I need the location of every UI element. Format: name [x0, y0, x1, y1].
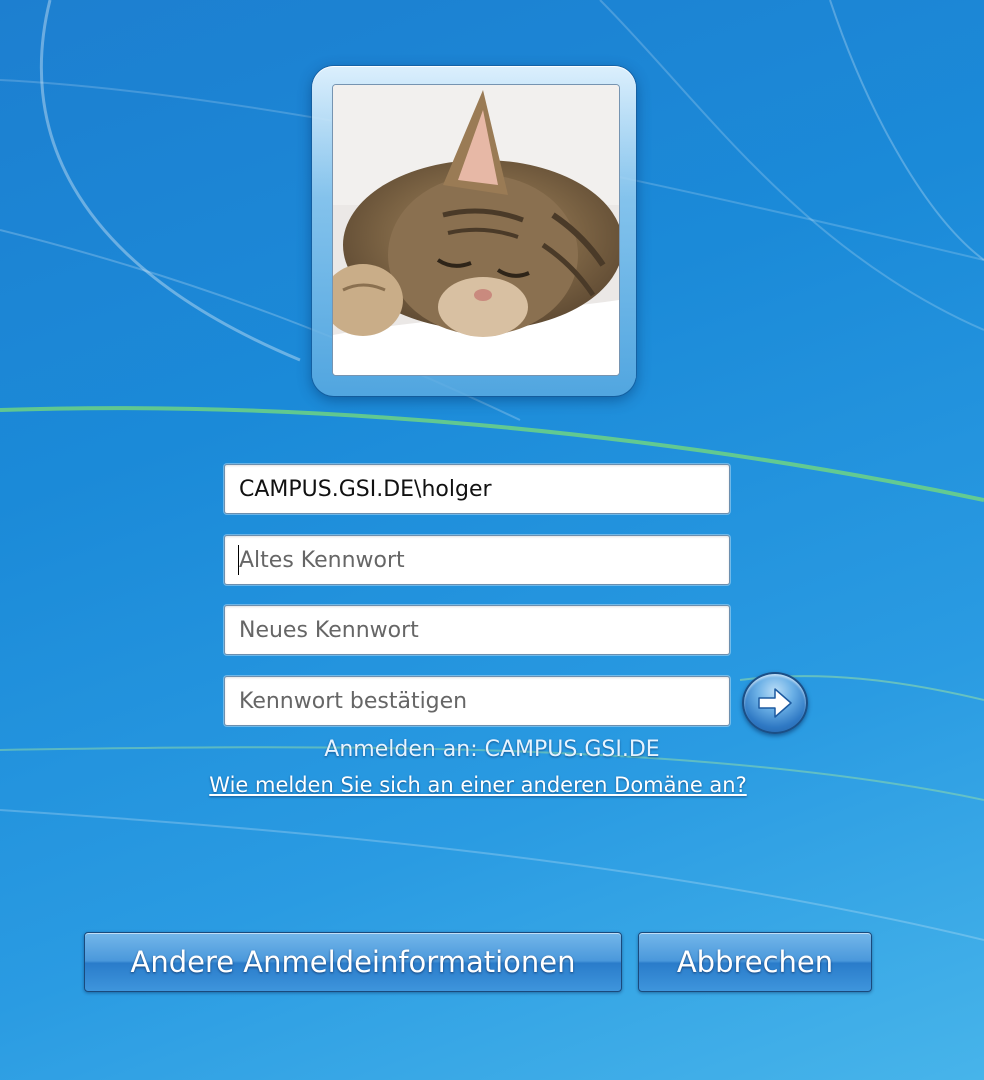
other-domain-link[interactable]: Wie melden Sie sich an einer anderen Dom… — [0, 773, 956, 797]
confirm-password-field[interactable] — [224, 676, 730, 726]
signin-domain-text: Anmelden an: CAMPUS.GSI.DE — [324, 737, 660, 762]
arrow-right-icon — [758, 688, 792, 718]
kitten-picture-icon — [333, 85, 619, 375]
cancel-button[interactable]: Abbrechen — [638, 932, 872, 992]
old-password-field[interactable] — [224, 535, 730, 585]
submit-arrow-button[interactable] — [742, 672, 808, 734]
username-field[interactable] — [224, 464, 730, 514]
user-picture — [332, 84, 620, 376]
text-cursor — [238, 545, 239, 575]
new-password-field[interactable] — [224, 605, 730, 655]
other-credentials-button[interactable]: Andere Anmeldeinformationen — [84, 932, 622, 992]
user-tile-frame — [312, 66, 636, 396]
